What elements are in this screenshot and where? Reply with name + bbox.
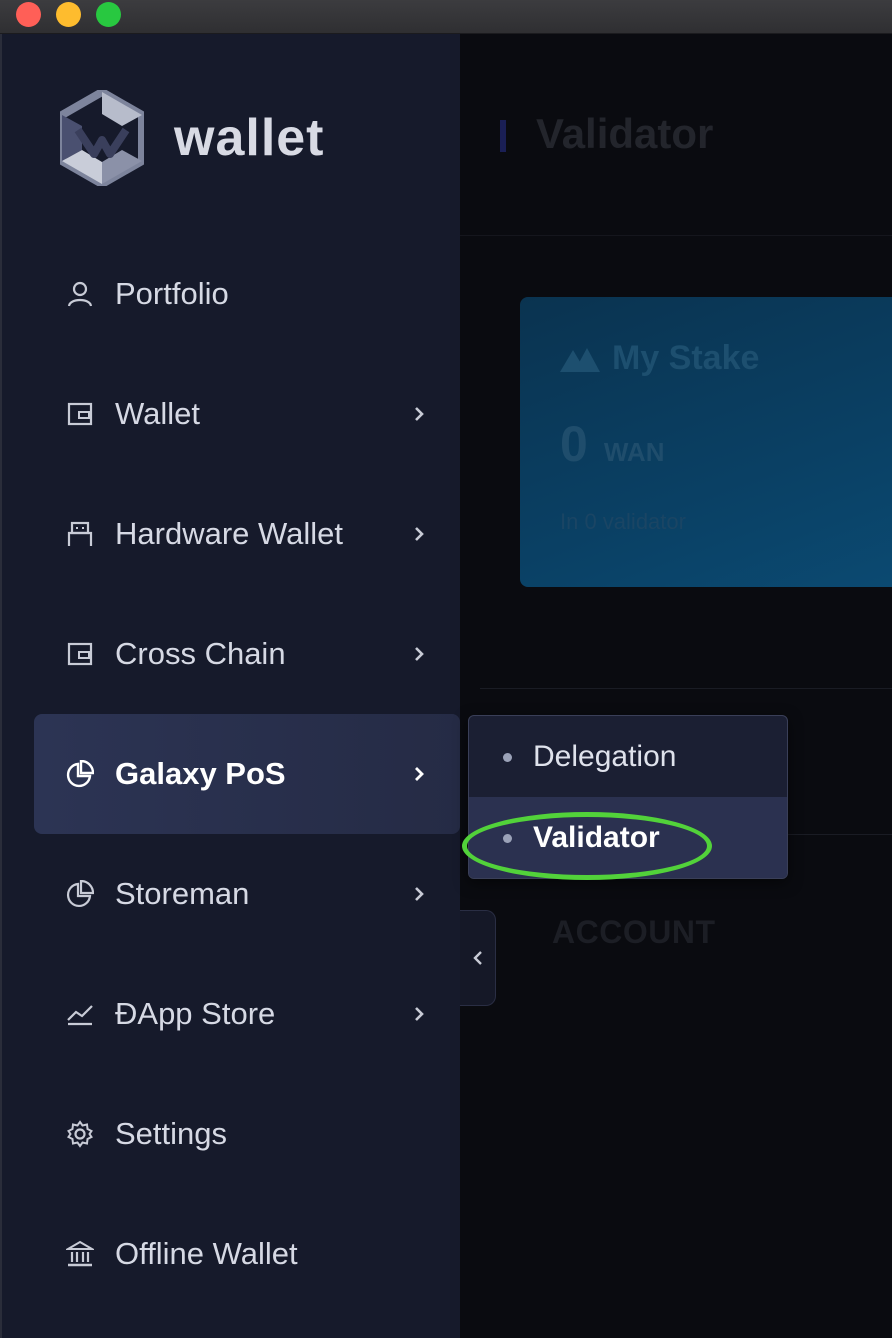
wallet-logo-icon xyxy=(60,90,144,186)
sidebar-item-portfolio[interactable]: Portfolio xyxy=(34,234,460,354)
cross-chain-icon xyxy=(66,640,94,668)
page-title: Validator xyxy=(536,110,714,157)
window-title-bar xyxy=(0,0,892,34)
sidebar-item-label: Cross Chain xyxy=(115,636,286,671)
stake-note: In 0 validator xyxy=(560,509,686,534)
trend-line-icon xyxy=(66,1000,94,1028)
sidebar-item-label: Storeman xyxy=(115,876,250,911)
sidebar-item-label: Settings xyxy=(115,1116,228,1151)
logo-text: wallet xyxy=(174,109,325,167)
sidebar-item-label: Wallet xyxy=(115,396,200,431)
pie-chart-icon xyxy=(66,880,94,908)
sidebar-item-settings[interactable]: Settings xyxy=(34,1074,460,1194)
galaxy-pos-submenu: Delegation Validator xyxy=(468,715,788,879)
chevron-right-icon xyxy=(412,887,426,901)
chevron-right-icon xyxy=(412,1007,426,1021)
sidebar-item-wallet[interactable]: Wallet xyxy=(34,354,460,474)
sidebar-item-label: Offline Wallet xyxy=(115,1236,298,1271)
sidebar-item-label: Portfolio xyxy=(115,276,229,311)
zoom-window-button[interactable] xyxy=(96,2,121,27)
stake-card-header: My Stake xyxy=(560,339,759,378)
wallet-icon xyxy=(66,400,94,428)
gear-icon xyxy=(66,1120,94,1148)
sidebar-item-label: Hardware Wallet xyxy=(115,516,343,551)
bullet-dot-icon xyxy=(503,752,512,762)
hardware-wallet-icon xyxy=(66,520,94,548)
title-accent-bar xyxy=(500,120,506,152)
submenu-item-delegation[interactable]: Delegation xyxy=(469,716,787,797)
sidebar-item-offline-wallet[interactable]: Offline Wallet xyxy=(34,1194,460,1314)
sidebar-item-hardware-wallet[interactable]: Hardware Wallet xyxy=(34,474,460,594)
sidebar-item-cross-chain[interactable]: Cross Chain xyxy=(34,594,460,714)
bank-icon xyxy=(66,1240,94,1268)
sidebar-item-label: ĐApp Store xyxy=(115,996,276,1031)
mountain-icon xyxy=(560,347,600,372)
chevron-right-icon xyxy=(412,767,426,781)
chevron-right-icon xyxy=(412,407,426,421)
chevron-right-icon xyxy=(412,647,426,661)
submenu-item-label: Validator xyxy=(533,820,660,854)
sidebar-item-label: Galaxy PoS xyxy=(115,756,286,791)
sidebar: wallet Portfolio Wallet Hardware Wallet … xyxy=(0,34,460,1338)
minimize-window-button[interactable] xyxy=(56,2,81,27)
sidebar-item-dapp-store[interactable]: ĐApp Store xyxy=(34,954,460,1074)
divider xyxy=(480,688,892,689)
submenu-item-validator[interactable]: Validator xyxy=(469,797,787,878)
app-logo: wallet xyxy=(60,90,325,186)
close-window-button[interactable] xyxy=(16,2,41,27)
my-stake-card: My Stake 0 WAN In 0 validator xyxy=(520,297,892,587)
chevron-right-icon xyxy=(412,527,426,541)
submenu-item-label: Delegation xyxy=(533,739,677,773)
pie-chart-icon xyxy=(66,760,94,788)
stake-card-title: My Stake xyxy=(612,339,760,377)
bullet-dot-icon xyxy=(503,833,512,843)
stake-unit: WAN xyxy=(603,437,665,467)
stake-amount: 0 WAN xyxy=(560,415,664,473)
user-icon xyxy=(66,280,94,308)
sidebar-item-storeman[interactable]: Storeman xyxy=(34,834,460,954)
stake-value: 0 xyxy=(560,416,588,472)
account-section-title: ACCOUNT xyxy=(552,914,716,950)
chevron-left-icon xyxy=(472,951,482,965)
page-header: Validator xyxy=(460,34,892,236)
sidebar-item-galaxy-pos[interactable]: Galaxy PoS xyxy=(34,714,460,834)
collapse-sidebar-button[interactable] xyxy=(460,910,496,1006)
main-content: Validator My Stake 0 WAN In 0 validator … xyxy=(460,34,892,1338)
